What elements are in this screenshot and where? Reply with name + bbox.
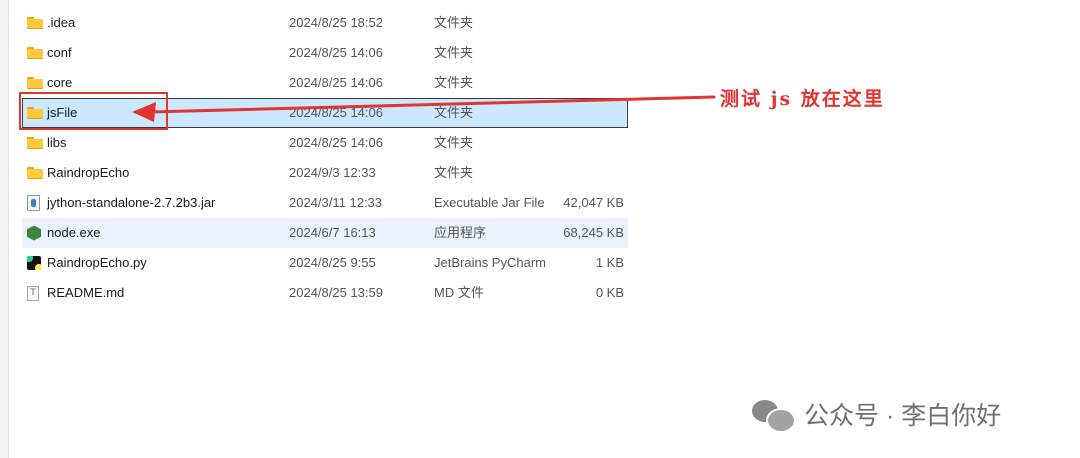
watermark: 公众号 · 李白你好 xyxy=(752,394,1001,434)
annotation-label: 测试 js 放在这里 xyxy=(720,88,885,110)
annotation-arrow xyxy=(132,95,716,122)
watermark-text: 公众号 · 李白你好 xyxy=(804,402,1002,430)
wechat-icon xyxy=(752,398,796,433)
